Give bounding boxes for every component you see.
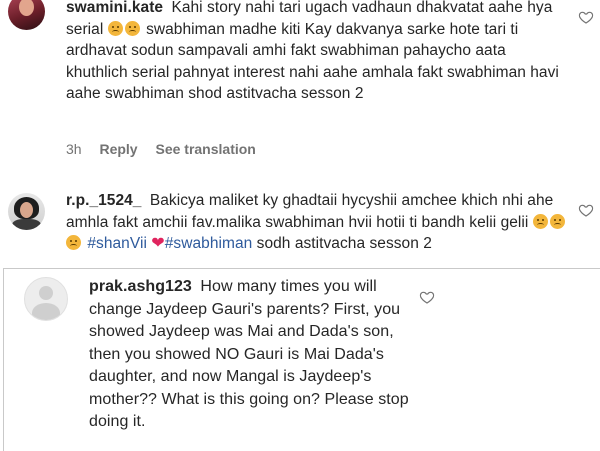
comment-text: sodh astitvacha sesson 2 xyxy=(256,235,432,253)
comment-meta: 3h Reply See translation xyxy=(66,141,270,157)
comment-time: 3h xyxy=(66,141,82,157)
sad-face-emoji-icon xyxy=(107,20,123,36)
comment-item: r.p._1524_ Bakicya maliket ky ghadtaii h… xyxy=(0,178,600,273)
avatar[interactable] xyxy=(8,0,45,30)
hashtag-link[interactable]: #swabhiman xyxy=(165,235,253,252)
heart-outline-icon[interactable] xyxy=(578,9,594,25)
comment-text: swabhiman madhe kiti Kay dakvanya sarke … xyxy=(66,20,559,103)
hashtag-link[interactable]: #shanVii xyxy=(87,235,147,252)
heart-outline-icon[interactable] xyxy=(578,202,594,218)
comment-body: prak.ashg123 How many times you will cha… xyxy=(89,276,419,434)
comment-body: swamini.kate Kahi story nahi tari ugach … xyxy=(66,0,566,105)
comment-username[interactable]: swamini.kate xyxy=(66,0,163,16)
sad-face-emoji-icon xyxy=(532,213,548,229)
red-heart-emoji-icon: ❤ xyxy=(151,235,165,253)
comment-body: r.p._1524_ Bakicya maliket ky ghadtaii h… xyxy=(66,190,571,255)
reply-button[interactable]: Reply xyxy=(99,141,137,157)
comment-item: swamini.kate Kahi story nahi tari ugach … xyxy=(0,0,600,178)
see-translation-button[interactable]: See translation xyxy=(155,141,255,157)
comment-username[interactable]: prak.ashg123 xyxy=(89,278,192,295)
sad-face-emoji-icon xyxy=(66,235,81,251)
comment-item: prak.ashg123 How many times you will cha… xyxy=(3,268,600,451)
avatar-placeholder-icon[interactable] xyxy=(24,277,68,321)
sad-face-emoji-icon xyxy=(549,213,565,229)
comment-username[interactable]: r.p._1524_ xyxy=(66,192,141,209)
sad-face-emoji-icon xyxy=(124,20,140,36)
heart-outline-icon[interactable] xyxy=(419,289,435,305)
avatar[interactable] xyxy=(8,193,45,230)
comment-text: How many times you will change Jaydeep G… xyxy=(89,278,409,430)
